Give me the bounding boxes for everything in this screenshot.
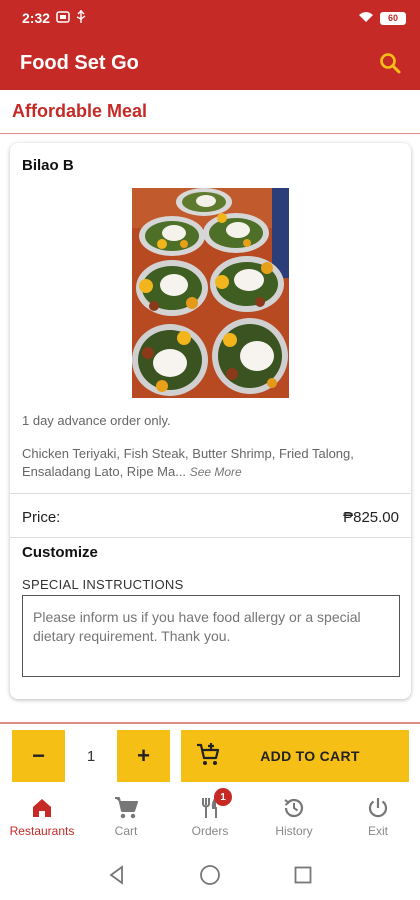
home-circle-icon <box>200 865 220 885</box>
nav-history[interactable]: History <box>252 786 336 850</box>
store-icon <box>33 799 51 817</box>
nav-label: Restaurants <box>9 824 75 838</box>
back-triangle-icon <box>109 865 123 885</box>
customize-heading: Customize <box>22 544 98 561</box>
quantity-value: 1 <box>86 747 96 765</box>
app-title: Food Set Go <box>20 51 139 74</box>
food-image <box>132 188 289 398</box>
price-value: ₱825.00 <box>343 509 399 526</box>
battery-icon: 60 <box>380 11 406 25</box>
bottom-nav: Restaurants Cart 1 Orders History Exit <box>0 786 420 850</box>
item-card: Bilao B 1 day advance order only. Chicke… <box>10 143 411 699</box>
nav-label: Cart <box>114 824 138 838</box>
cart-icon <box>115 797 138 819</box>
usb-icon <box>76 10 86 26</box>
add-to-cart-label: ADD TO CART <box>260 748 360 764</box>
nav-label: Orders <box>191 824 229 838</box>
special-instructions-label: SPECIAL INSTRUCTIONS <box>22 577 184 592</box>
search-icon <box>380 53 401 74</box>
increase-quantity-button[interactable]: + <box>117 730 170 782</box>
see-more-link[interactable]: See More <box>190 465 242 479</box>
price-label: Price: <box>22 509 61 526</box>
home-button[interactable] <box>198 863 222 887</box>
back-button[interactable] <box>105 863 129 887</box>
status-bar: 2:32 60 <box>0 0 420 36</box>
item-description: Chicken Teriyaki, Fish Steak, Butter Shr… <box>22 445 402 481</box>
orders-badge: 1 <box>214 788 232 806</box>
recents-square-icon <box>294 866 312 884</box>
decrease-quantity-button[interactable]: − <box>12 730 65 782</box>
divider <box>10 493 411 494</box>
special-instructions-input[interactable] <box>22 595 400 677</box>
item-name: Bilao B <box>22 157 74 174</box>
nav-restaurants[interactable]: Restaurants <box>0 786 84 850</box>
status-time: 2:32 <box>22 10 51 26</box>
app-bar: Food Set Go <box>0 36 420 90</box>
wifi-icon <box>358 11 374 26</box>
advance-order-note: 1 day advance order only. <box>22 413 171 428</box>
divider <box>0 722 420 724</box>
section-header: Affordable Meal <box>0 90 420 134</box>
section-title: Affordable Meal <box>12 101 148 121</box>
description-text: Chicken Teriyaki, Fish Steak, Butter Shr… <box>22 446 354 479</box>
recents-button[interactable] <box>291 863 315 887</box>
search-button[interactable] <box>376 49 404 77</box>
history-icon <box>284 798 304 818</box>
add-to-cart-button[interactable]: ADD TO CART <box>181 730 409 782</box>
nav-label: History <box>275 824 313 838</box>
status-right: 60 <box>358 11 406 26</box>
nav-orders[interactable]: 1 Orders <box>168 786 252 850</box>
nav-label: Exit <box>367 824 388 838</box>
nav-cart[interactable]: Cart <box>84 786 168 850</box>
divider <box>10 537 411 538</box>
power-icon <box>368 798 388 818</box>
status-left: 2:32 <box>22 10 86 26</box>
system-nav-bar <box>0 850 420 900</box>
notification-icon <box>56 10 70 26</box>
nav-exit[interactable]: Exit <box>336 786 420 850</box>
